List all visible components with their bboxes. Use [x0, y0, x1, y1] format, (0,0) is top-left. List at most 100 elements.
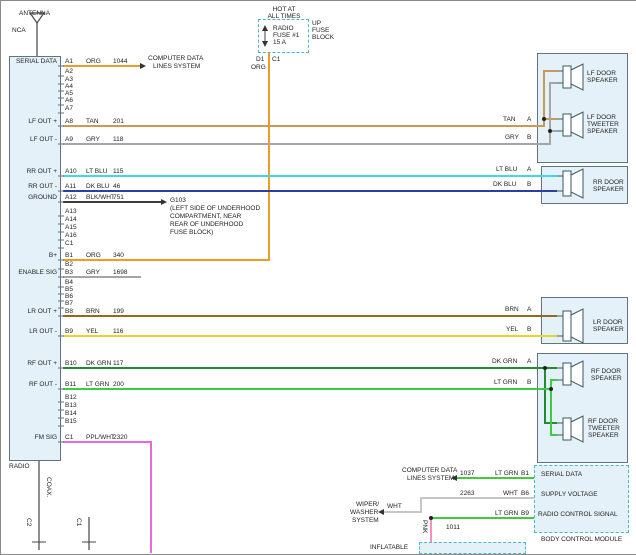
radio-pin-A12: A12	[65, 194, 77, 201]
circuit-number: 200	[113, 381, 124, 388]
rr-speaker-label-1: RR DOOR	[593, 179, 624, 186]
lf-speaker-label-2: SPEAKER	[587, 77, 618, 84]
rf-plus-terminal: A	[527, 358, 531, 365]
lr-minus-terminal: B	[527, 326, 531, 333]
rf-door-tweeter-icon	[563, 418, 571, 440]
fuse-terminal-down	[262, 41, 268, 47]
lf-door-speaker-icon	[563, 66, 571, 88]
circuit-number: 199	[113, 308, 124, 315]
radio-pin-A16: A16	[65, 232, 77, 239]
lf-door-speaker-icon-cone	[571, 64, 583, 90]
radio-pin-C1: C1	[65, 240, 73, 247]
pin-function-label: RF OUT +	[7, 360, 57, 367]
radio-pin-B13: B13	[65, 402, 77, 409]
rf-plus-color: DK GRN	[492, 358, 517, 365]
radio-pin-A9: A9	[65, 136, 73, 143]
lf-tweeter-label-3: SPEAKER	[587, 128, 618, 135]
g103-desc-4: FUSE BLOCK)	[170, 229, 213, 236]
g103-desc-2: COMPARTMENT, NEAR	[170, 213, 241, 220]
to-computer-data-arrow	[140, 63, 146, 69]
pin-function-label: LF OUT +	[7, 118, 57, 125]
bcm-title: BODY CONTROL MODULE	[541, 536, 622, 543]
bcm-serial-pin: B1	[521, 470, 529, 477]
pin-function-label: RR OUT -	[7, 183, 57, 190]
radio-pin-B10: B10	[65, 360, 77, 367]
junction-dot	[429, 516, 433, 520]
wire-color-label: BRN	[86, 308, 100, 315]
circuit-number: 116	[113, 328, 123, 335]
lf-tweeter-label-2: TWEETER	[587, 121, 619, 128]
lf-speaker-label-1: LF DOOR	[587, 70, 616, 77]
pin-function-label: FM SIG	[7, 434, 57, 441]
pnk-circuit: 1011	[446, 524, 460, 531]
bcm-serial-color: LT GRN	[495, 470, 518, 477]
lr-door-speaker-icon-cone	[571, 309, 583, 343]
radio-pin-A13: A13	[65, 208, 77, 215]
radio-pin-B9: B9	[65, 328, 73, 335]
to-wiper-washer-arrow	[378, 509, 384, 515]
radio-unit-label: RADIO	[9, 463, 30, 470]
pin-function-label: SERIAL DATA	[7, 58, 57, 65]
lr-speaker-label-2: SPEAKER	[593, 326, 624, 333]
radio-pin-B15: B15	[65, 418, 77, 425]
lf-plus-wire	[63, 71, 557, 126]
fuse-terminal-up	[262, 25, 268, 31]
rf-tweeter-label-1: RF DOOR	[588, 418, 618, 425]
circuit-number: 340	[113, 252, 124, 259]
lf-tweeter-label-1: LF DOOR	[587, 114, 616, 121]
lr-door-speaker-icon	[563, 311, 571, 341]
wiper-washer-3: SYSTEM	[352, 517, 379, 524]
radio-pin-B5: B5	[65, 286, 73, 293]
junction-dot	[542, 117, 546, 121]
fuse-wire-color: ORG	[251, 64, 266, 71]
rr-door-speaker-icon	[563, 171, 571, 196]
junction-dot	[549, 387, 553, 391]
circuit-number: 1044	[113, 58, 127, 65]
circuit-number: 2320	[113, 434, 127, 441]
pin-function-label: RF OUT -	[7, 381, 57, 388]
bcm-label-ctl: RADIO CONTROL SIGNAL	[538, 511, 618, 518]
lf-minus-wire	[63, 83, 557, 144]
radio-pin-A10: A10	[65, 168, 77, 175]
computer-data-bcm-2: LINES SYSTEM	[407, 475, 454, 482]
fuse-pin-c1: C1	[272, 56, 280, 63]
up-label: UP	[312, 20, 321, 27]
g103-desc-3: REAR OF UNDERHOOD	[170, 221, 243, 228]
radio-pin-A8: A8	[65, 118, 73, 125]
radio-pin-A14: A14	[65, 216, 77, 223]
pin-function-label: ENABLE SIG	[7, 269, 57, 276]
fuse-name-3: 15 A	[273, 39, 286, 46]
battery-feed-wire	[63, 53, 269, 260]
radio-pin-B4: B4	[65, 279, 73, 286]
rf-door-speaker-icon	[563, 363, 571, 385]
wire-color-label: BLK/WHT	[86, 194, 115, 201]
circuit-number: 117	[113, 360, 123, 367]
wire-color-label: GRY	[86, 269, 100, 276]
radio-pin-C1: C1	[65, 434, 73, 441]
pin-function-label: B+	[7, 252, 57, 259]
lf-minus-color: GRY	[505, 134, 519, 141]
rf-speaker-label-2: SPEAKER	[591, 375, 622, 382]
radio-pin-B12: B12	[65, 394, 77, 401]
radio-pin-B6: B6	[65, 293, 73, 300]
lf-plus-color: TAN	[503, 116, 516, 123]
rf-minus-wire	[63, 380, 557, 389]
wire-color-label: PPL/WHT	[86, 434, 115, 441]
fuse-pin-d1: D1	[256, 56, 264, 63]
antenna-connector-label: C1	[75, 518, 82, 526]
radio-pin-B1: B1	[65, 252, 73, 259]
radio-pin-A2: A2	[65, 68, 73, 75]
rf-speaker-label-1: RF DOOR	[591, 368, 621, 375]
rf-door-tweeter-icon-cone	[571, 416, 583, 442]
radio-pin-A4: A4	[65, 83, 73, 90]
coax-label: COAX.	[45, 477, 52, 497]
radio-pin-A7: A7	[65, 105, 73, 112]
radio-pin-B3: B3	[65, 269, 73, 276]
inflatable-label: INFLATABLE	[370, 544, 408, 551]
circuit-number: 118	[113, 136, 123, 143]
fuse-name-2: FUSE #1	[273, 32, 299, 39]
wire-color-label: DK BLU	[86, 183, 109, 190]
wire-color-label: LT GRN	[86, 381, 109, 388]
radio-wiring-diagram: A1ORG1044SERIAL DATAA2A3A4A5A6A7A8TAN201…	[0, 0, 636, 555]
bcm-supply-pin: B6	[521, 490, 529, 497]
